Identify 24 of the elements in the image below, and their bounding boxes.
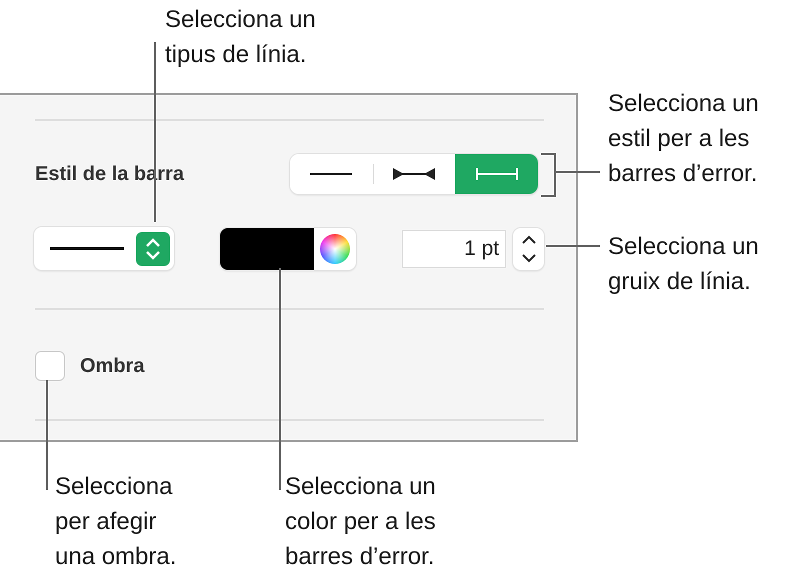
line-style-popup[interactable]: [34, 227, 174, 270]
up-down-chevron-icon: [136, 232, 170, 266]
chevron-up-icon: [522, 234, 536, 244]
line-sample-icon: [50, 244, 124, 253]
color-wheel-icon: [320, 234, 350, 264]
bar-style-segment[interactable]: [372, 154, 456, 194]
callout-text: Selecciona per afegir una ombra.: [55, 472, 176, 572]
shadow-label: Ombra: [80, 354, 144, 379]
bar-style-segment[interactable]: [290, 154, 373, 194]
chevron-down-icon: [522, 254, 536, 262]
color-well[interactable]: [220, 228, 356, 270]
arrow-line-icon: [392, 166, 436, 182]
thickness-field[interactable]: 1 pt: [402, 230, 506, 268]
stepper[interactable]: [513, 228, 544, 270]
callout-text: Selecciona un color per a les barres d’error.: [285, 472, 436, 572]
leader-line: [556, 171, 600, 173]
callout-text: Selecciona un gruix de línia.: [608, 232, 759, 297]
capped-line-icon: [474, 166, 519, 182]
callout-text: Selecciona un estil per a les barres d’error.: [608, 89, 759, 189]
line-icon: [310, 173, 352, 175]
bracket-line: [541, 153, 556, 197]
leader-line: [546, 245, 600, 247]
callout-text: Selecciona un tipus de línia.: [165, 5, 316, 70]
shadow-checkbox[interactable]: [35, 351, 65, 381]
